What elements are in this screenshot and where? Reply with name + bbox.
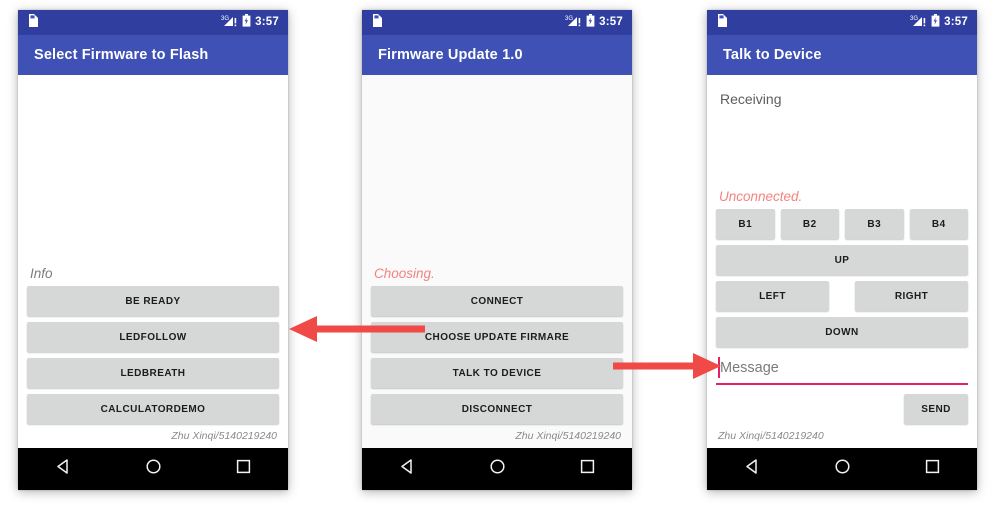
recents-square-icon[interactable] — [235, 458, 252, 480]
app-bar: Firmware Update 1.0 — [362, 35, 632, 75]
android-nav-bar — [18, 448, 288, 490]
b1-button[interactable]: B1 — [716, 209, 775, 239]
signal-3g-icon: 3G — [565, 14, 582, 32]
b3-button[interactable]: B3 — [845, 209, 904, 239]
phone-screen-select-firmware: 3G 3:57 Select Firmware to Flash Info BE… — [18, 10, 288, 490]
message-input-placeholder: Message — [720, 360, 779, 376]
screen-content: Receiving Unconnected. B1 B2 B3 B4 UP LE… — [707, 75, 977, 448]
footer-credit: Zhu Xinqi/5140219240 — [515, 430, 621, 442]
app-bar: Talk to Device — [707, 35, 977, 75]
right-button[interactable]: RIGHT — [855, 281, 968, 311]
status-bar-clock: 3:57 — [944, 15, 968, 28]
screen-content: Info BE READY LEDFOLLOW LEDBREATH CALCUL… — [18, 75, 288, 448]
home-circle-icon[interactable] — [834, 458, 851, 480]
sdcard-icon — [371, 13, 382, 32]
phone-screen-talk-to-device: 3G 3:57 Talk to Device Receiving Unconne… — [707, 10, 977, 490]
ledfollow-button[interactable]: LEDFOLLOW — [27, 322, 279, 352]
recents-square-icon[interactable] — [924, 458, 941, 480]
dpad-middle-row: LEFT RIGHT — [716, 281, 968, 311]
status-bar-right-icons: 3G 3:57 — [565, 13, 623, 32]
calculatordemo-button[interactable]: CALCULATORDEMO — [27, 394, 279, 424]
status-bar-left-icons — [371, 13, 382, 32]
battery-icon — [931, 13, 940, 32]
status-bar-clock: 3:57 — [255, 15, 279, 28]
status-bar: 3G 3:57 — [18, 10, 288, 35]
up-button[interactable]: UP — [716, 245, 968, 275]
screenshot-stage: 3G 3:57 Select Firmware to Flash Info BE… — [0, 0, 1000, 512]
receiving-label: Receiving — [720, 91, 782, 107]
app-bar-title: Talk to Device — [723, 47, 822, 63]
dpad-controls: UP LEFT RIGHT DOWN — [716, 245, 968, 347]
phone-screen-firmware-update: 3G 3:57 Firmware Update 1.0 Choosing. CO… — [362, 10, 632, 490]
ledbreath-button[interactable]: LEDBREATH — [27, 358, 279, 388]
android-nav-bar — [362, 448, 632, 490]
screen-content: Choosing. CONNECT CHOOSE UPDATE FIRMARE … — [362, 75, 632, 448]
left-button[interactable]: LEFT — [716, 281, 829, 311]
device-action-button-list: CONNECT CHOOSE UPDATE FIRMARE TALK TO DE… — [371, 286, 623, 424]
disconnect-button[interactable]: DISCONNECT — [371, 394, 623, 424]
firmware-button-list: BE READY LEDFOLLOW LEDBREATH CALCULATORD… — [27, 286, 279, 424]
send-row: SEND — [716, 394, 968, 424]
b-button-row: B1 B2 B3 B4 — [716, 209, 968, 239]
status-message: Unconnected. — [719, 189, 803, 204]
status-bar: 3G 3:57 — [707, 10, 977, 35]
footer-credit: Zhu Xinqi/5140219240 — [171, 430, 277, 442]
down-button[interactable]: DOWN — [716, 317, 968, 347]
back-triangle-icon[interactable] — [399, 458, 416, 480]
battery-icon — [586, 13, 595, 32]
signal-3g-icon: 3G — [221, 14, 238, 32]
status-message: Choosing. — [374, 266, 435, 281]
arrow-choose-firmware-to-select-screen — [285, 313, 425, 350]
message-input[interactable]: Message — [716, 355, 968, 385]
back-triangle-icon[interactable] — [744, 458, 761, 480]
signal-3g-icon: 3G — [910, 14, 927, 32]
send-button[interactable]: SEND — [904, 394, 968, 424]
status-bar-right-icons: 3G 3:57 — [910, 13, 968, 32]
android-nav-bar — [707, 448, 977, 490]
svg-text:3G: 3G — [221, 16, 229, 22]
talk-to-device-button[interactable]: TALK TO DEVICE — [371, 358, 623, 388]
status-message: Info — [30, 266, 53, 281]
app-bar: Select Firmware to Flash — [18, 35, 288, 75]
status-bar-left-icons — [716, 13, 727, 32]
recents-square-icon[interactable] — [579, 458, 596, 480]
status-bar-left-icons — [27, 13, 38, 32]
footer-credit: Zhu Xinqi/5140219240 — [718, 430, 824, 442]
status-bar-right-icons: 3G 3:57 — [221, 13, 279, 32]
battery-icon — [242, 13, 251, 32]
status-bar: 3G 3:57 — [362, 10, 632, 35]
home-circle-icon[interactable] — [145, 458, 162, 480]
b2-button[interactable]: B2 — [780, 209, 839, 239]
connect-button[interactable]: CONNECT — [371, 286, 623, 316]
be-ready-button[interactable]: BE READY — [27, 286, 279, 316]
status-bar-clock: 3:57 — [599, 15, 623, 28]
svg-text:3G: 3G — [910, 16, 918, 22]
home-circle-icon[interactable] — [489, 458, 506, 480]
b4-button[interactable]: B4 — [909, 209, 968, 239]
app-bar-title: Firmware Update 1.0 — [378, 47, 523, 63]
app-bar-title: Select Firmware to Flash — [34, 47, 209, 63]
svg-text:3G: 3G — [565, 16, 573, 22]
sdcard-icon — [716, 13, 727, 32]
back-triangle-icon[interactable] — [55, 458, 72, 480]
sdcard-icon — [27, 13, 38, 32]
arrow-talk-to-device-to-talk-screen — [613, 350, 723, 387]
